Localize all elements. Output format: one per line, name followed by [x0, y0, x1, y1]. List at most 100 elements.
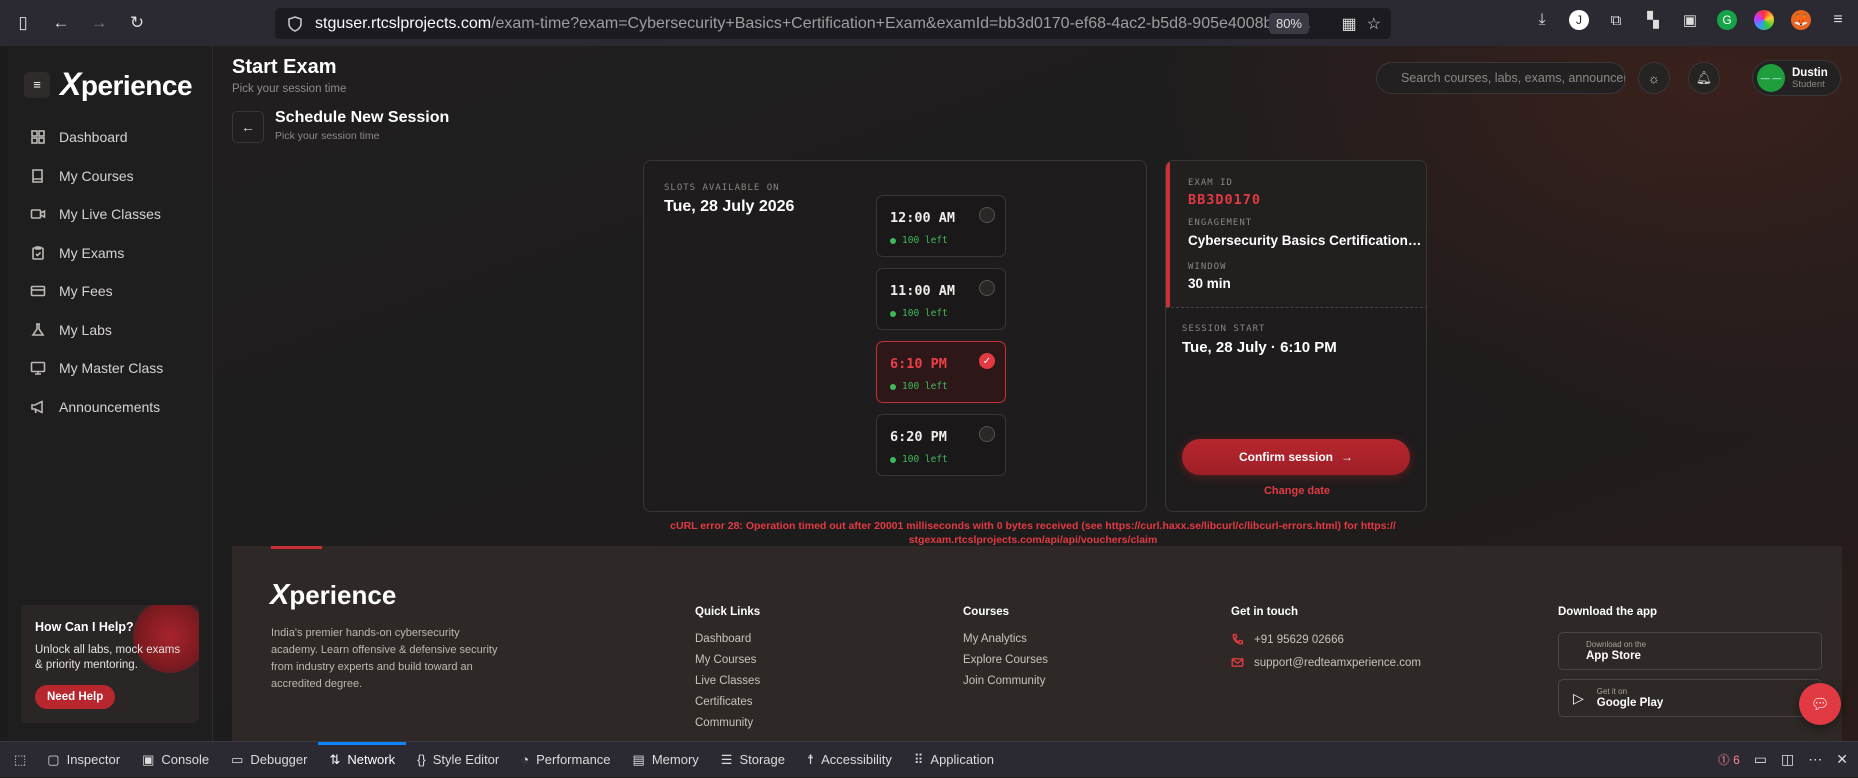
time-slot-selected[interactable]: 6:10 PM 100 left ✓	[876, 341, 1006, 403]
tab-performance[interactable]: ◔ Performance	[510, 742, 621, 778]
zoom-level[interactable]: 80%	[1268, 13, 1309, 34]
slot-time: 11:00 AM	[890, 283, 956, 299]
tab-console[interactable]: ▣ Console	[131, 742, 220, 778]
debugger-icon: ▭	[231, 751, 244, 767]
sidebar-item-dashboard[interactable]: Dashboard	[8, 118, 213, 157]
more-options-icon[interactable]: ⋯	[1808, 751, 1822, 768]
dock-icon[interactable]: ◫	[1781, 751, 1794, 768]
tab-debugger[interactable]: ▭ Debugger	[220, 742, 318, 778]
tab-memory[interactable]: ▤ Memory	[622, 742, 710, 778]
contact-info: Get in touch +91 95629 02666 support@red…	[1231, 606, 1422, 669]
help-title: How Can I Help?	[35, 620, 134, 634]
inspector-icon: ▢	[47, 751, 60, 767]
user-menu[interactable]: — — Dustin Student	[1752, 60, 1841, 96]
sidebar-toggle-icon[interactable]: ▯	[8, 8, 38, 38]
brand-logo[interactable]: ≡ Xperience	[24, 66, 193, 103]
slot-time: 6:10 PM	[890, 356, 947, 372]
console-icon: ▣	[142, 751, 155, 767]
session-start-value: Tue, 28 July · 6:10 PM	[1182, 339, 1337, 356]
back-button[interactable]: ←	[232, 111, 264, 143]
slot-radio[interactable]	[979, 426, 995, 442]
close-icon[interactable]: ✕	[1836, 751, 1848, 768]
performance-icon: ◔	[521, 752, 530, 767]
extension-j-icon[interactable]: J	[1569, 10, 1589, 30]
footer-link[interactable]: Certificates	[695, 696, 760, 708]
back-arrow-icon[interactable]: ←	[46, 8, 76, 38]
quick-links: Quick Links Dashboard My Courses Live Cl…	[695, 606, 761, 729]
tab-application[interactable]: ⠿ Application	[903, 742, 1005, 778]
schedule-subtitle: Pick your session time	[275, 130, 380, 142]
time-slot[interactable]: 6:20 PM 100 left	[876, 414, 1006, 476]
sidebar-item-my-fees[interactable]: My Fees	[8, 272, 213, 311]
confirm-session-button[interactable]: Confirm session →	[1182, 439, 1410, 475]
avatar: — —	[1757, 64, 1785, 92]
tab-inspector[interactable]: ▢ Inspector	[36, 742, 131, 778]
search-input[interactable]: Search courses, labs, exams, announcemen…	[1376, 62, 1626, 94]
hamburger-icon[interactable]: ≡	[24, 71, 50, 98]
footer-link[interactable]: Dashboard	[695, 633, 760, 645]
footer-description: India's premier hands-on cybersecurity a…	[271, 627, 498, 690]
help-card: How Can I Help? Unlock all labs, mock ex…	[21, 605, 199, 723]
sidebar-item-announcements[interactable]: Announcements	[8, 388, 213, 427]
browser-toolbar: ▯ ← → ↻ stguser.rtcslprojects.com/exam-t…	[0, 0, 1858, 46]
phone-link[interactable]: +91 95629 02666	[1231, 633, 1421, 646]
error-count[interactable]: ⓵ 6	[1718, 751, 1740, 768]
brand-name: Xperience	[60, 66, 193, 102]
screenshot-icon[interactable]: ▣	[1680, 10, 1700, 30]
tab-style-editor[interactable]: {} Style Editor	[406, 742, 510, 778]
email-link[interactable]: support@redteamxperience.com	[1231, 656, 1421, 669]
time-slot[interactable]: 12:00 AM 100 left	[876, 195, 1006, 257]
main-content: Start Exam Pick your session time Search…	[213, 46, 1858, 741]
footer-link[interactable]: Community	[695, 717, 760, 729]
window-label: WINDOW	[1188, 262, 1227, 272]
apps-grid-icon[interactable]: ▚	[1643, 10, 1663, 30]
extensions-puzzle-icon[interactable]: ⧉	[1606, 10, 1626, 30]
footer-link[interactable]: Live Classes	[695, 675, 760, 687]
grammarly-icon[interactable]: G	[1717, 10, 1737, 30]
video-icon	[30, 209, 46, 220]
footer-link[interactable]: Join Community	[963, 675, 1048, 687]
slots-date: Tue, 28 July 2026	[664, 198, 795, 215]
engagement-value: Cybersecurity Basics Certification…	[1188, 233, 1422, 248]
element-picker-icon[interactable]: ⬚	[0, 742, 36, 778]
sidebar-item-my-exams[interactable]: My Exams	[8, 234, 213, 273]
grid-icon	[31, 130, 45, 145]
sidebar-item-my-live-classes[interactable]: My Live Classes	[8, 195, 213, 234]
theme-toggle-button[interactable]: ☼	[1638, 62, 1670, 94]
site-info-icon[interactable]	[287, 15, 303, 32]
app-store-button[interactable]: Download on the App Store	[1558, 632, 1822, 670]
need-help-button[interactable]: Need Help	[35, 685, 116, 709]
sidebar-item-my-courses[interactable]: My Courses	[8, 157, 213, 196]
sidebar-item-my-master-class[interactable]: My Master Class	[8, 349, 213, 388]
engagement-label: ENGAGEMENT	[1188, 218, 1253, 228]
slots-card: SLOTS AVAILABLE ON Tue, 28 July 2026 12:…	[643, 160, 1147, 512]
tab-accessibility[interactable]: ☨ Accessibility	[796, 742, 903, 778]
footer-link[interactable]: My Courses	[695, 654, 760, 666]
footer: Xperience India's premier hands-on cyber…	[232, 546, 1842, 741]
slot-time: 12:00 AM	[890, 210, 956, 226]
color-picker-icon[interactable]	[1754, 10, 1774, 30]
tab-storage[interactable]: ☰ Storage	[710, 742, 796, 778]
footer-link[interactable]: My Analytics	[963, 633, 1048, 645]
slot-radio[interactable]	[979, 280, 995, 296]
qr-icon[interactable]: ▦	[1342, 14, 1357, 34]
reload-icon[interactable]: ↻	[122, 8, 152, 38]
forward-arrow-icon[interactable]: →	[84, 8, 114, 38]
check-icon[interactable]: ✓	[979, 353, 995, 369]
google-play-button[interactable]: ▷ Get it on Google Play	[1558, 679, 1822, 717]
sidebar-item-my-labs[interactable]: My Labs	[8, 311, 213, 350]
address-bar[interactable]: stguser.rtcslprojects.com/exam-time?exam…	[275, 8, 1391, 39]
footer-link[interactable]: Explore Courses	[963, 654, 1048, 666]
responsive-mode-icon[interactable]: ▭	[1754, 751, 1767, 768]
slot-radio[interactable]	[979, 207, 995, 223]
tab-network[interactable]: ⇅ Network	[318, 741, 407, 778]
chat-button[interactable]: 💬︎	[1799, 683, 1841, 725]
monitor-icon	[30, 361, 46, 376]
change-date-link[interactable]: Change date	[1166, 485, 1426, 497]
downloads-icon[interactable]: ⤓	[1532, 10, 1552, 30]
fox-extension-icon[interactable]: 🦊	[1791, 10, 1811, 30]
notifications-button[interactable]: 🔔︎	[1688, 62, 1720, 94]
bookmark-star-icon[interactable]: ☆	[1367, 14, 1381, 34]
time-slot[interactable]: 11:00 AM 100 left	[876, 268, 1006, 330]
menu-icon[interactable]: ≡	[1828, 10, 1848, 30]
